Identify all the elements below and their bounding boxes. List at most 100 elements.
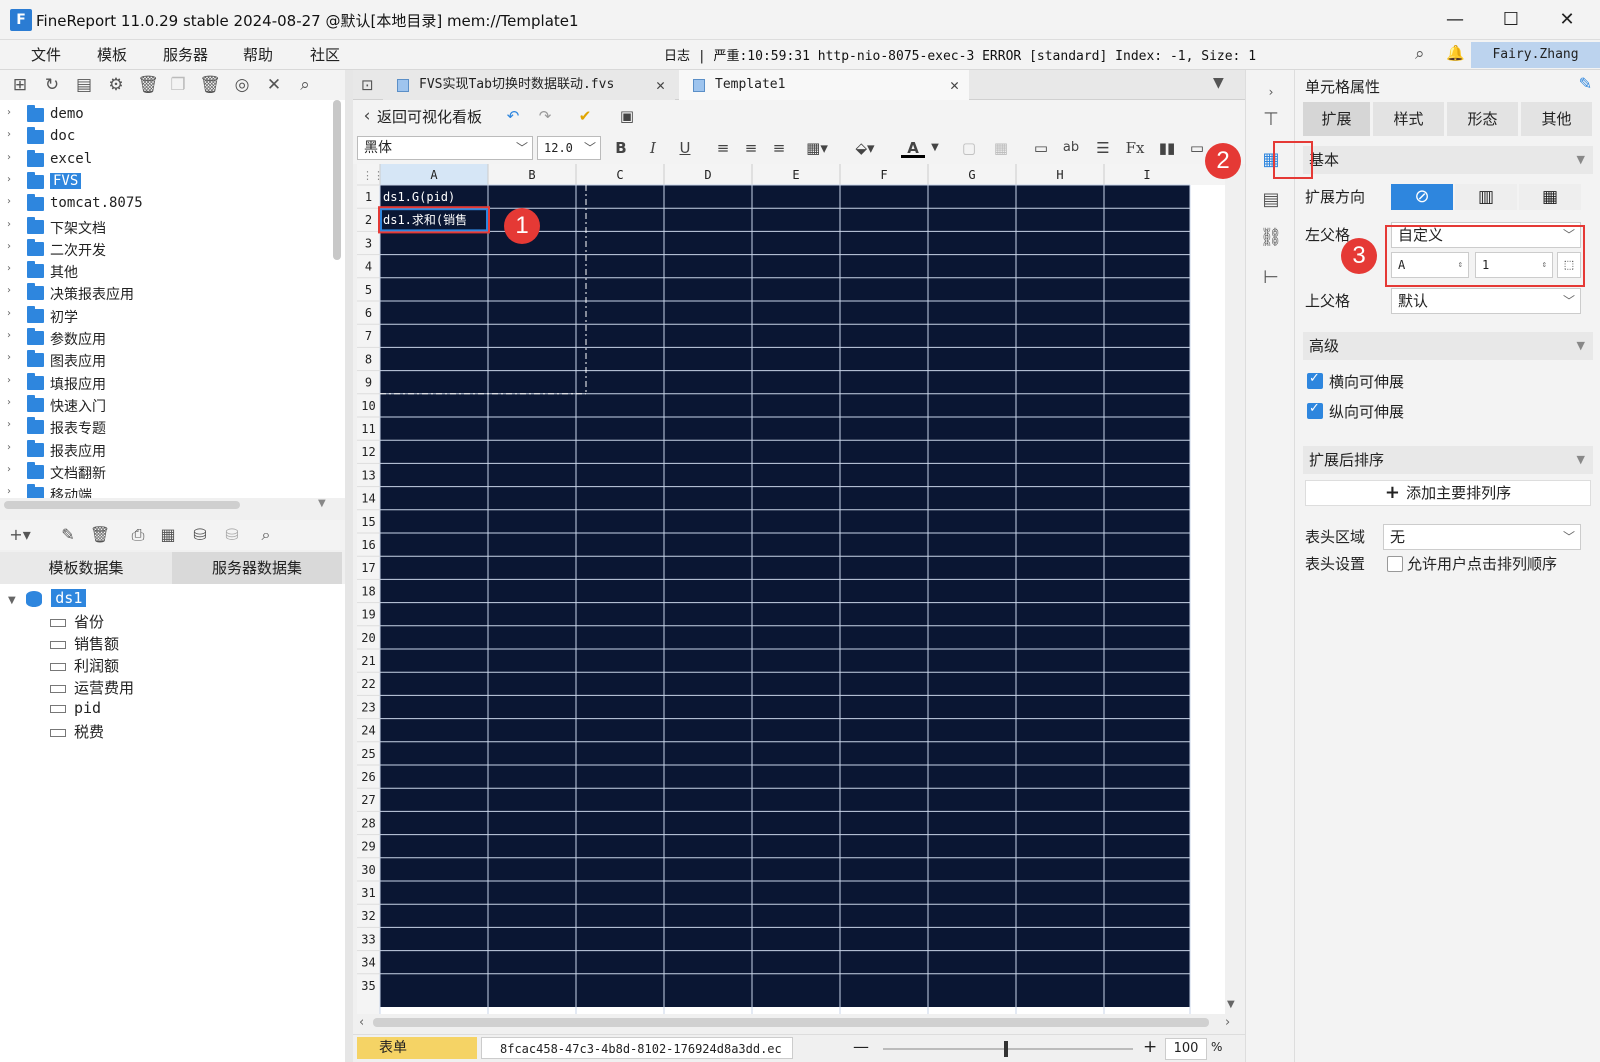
redo-icon[interactable]: ↷ bbox=[533, 104, 557, 128]
expand-arrow-icon[interactable]: › bbox=[7, 375, 11, 386]
dataset-field[interactable]: 运营费用 bbox=[50, 677, 134, 699]
align-center-icon[interactable]: ≡ bbox=[739, 136, 763, 160]
menu-community[interactable]: 社区 bbox=[310, 44, 340, 65]
menu-file[interactable]: 文件 bbox=[31, 44, 61, 65]
expand-arrow-icon[interactable]: › bbox=[7, 285, 11, 296]
spreadsheet-grid[interactable]: ⋮⋮⋮ A B C D E F G H I 1 2 3 4 5 6 7 8 9 10 11 12 13 14 15 16 17 18 1… bbox=[357, 164, 1225, 1014]
tree-item[interactable]: › 报表专题 bbox=[0, 416, 330, 438]
tree-item[interactable]: › 二次开发 bbox=[0, 238, 330, 260]
row-header[interactable]: 17 bbox=[361, 561, 375, 575]
row-header[interactable]: 30 bbox=[361, 863, 375, 877]
italic-icon[interactable]: I bbox=[641, 136, 665, 160]
tree-item[interactable]: › FVS bbox=[0, 171, 330, 193]
search-icon[interactable]: ⌕ bbox=[293, 73, 317, 97]
expand-arrow-icon[interactable]: › bbox=[7, 352, 11, 363]
row-header[interactable]: 8 bbox=[365, 352, 372, 366]
add-sort-button[interactable]: + 添加主要排列序 bbox=[1305, 480, 1591, 506]
row-header[interactable]: 28 bbox=[361, 816, 375, 830]
expand-arrow-icon[interactable]: › bbox=[7, 129, 11, 140]
edit-icon[interactable]: ✎ bbox=[56, 524, 80, 546]
condition-icon[interactable]: ▤ bbox=[1259, 188, 1283, 212]
merge-icon[interactable]: ▢ bbox=[957, 136, 981, 160]
expand-arrow-icon[interactable]: › bbox=[7, 442, 11, 453]
row-header[interactable]: 23 bbox=[361, 700, 375, 714]
settings-icon[interactable]: ⚙ bbox=[104, 73, 128, 97]
column-header[interactable]: I bbox=[1143, 168, 1150, 182]
row-header[interactable]: 12 bbox=[361, 445, 375, 459]
close-tab-icon[interactable]: ✕ bbox=[950, 70, 959, 100]
new-folder-icon[interactable]: ⊞ bbox=[8, 73, 32, 97]
row-header[interactable]: 9 bbox=[365, 376, 372, 390]
expand-arrow-icon[interactable]: › bbox=[7, 263, 11, 274]
copy-icon[interactable]: ❐ bbox=[166, 73, 190, 97]
sheet-hscrollbar[interactable]: ‹ › bbox=[357, 1014, 1239, 1032]
zoom-slider[interactable] bbox=[883, 1048, 1133, 1050]
dataset-field[interactable]: 税费 bbox=[50, 721, 104, 743]
richtext-icon[interactable]: ☰ bbox=[1091, 136, 1115, 160]
tree-item[interactable]: › tomcat.8075 bbox=[0, 193, 330, 215]
expand-arrow-icon[interactable]: › bbox=[7, 241, 11, 252]
insert-icon[interactable]: ▣ bbox=[615, 104, 639, 128]
expand-arrow-icon[interactable]: › bbox=[7, 152, 11, 163]
align-left-icon[interactable]: ≡ bbox=[711, 136, 735, 160]
tab-menu-icon[interactable]: ▼ bbox=[1213, 75, 1224, 91]
section-sort[interactable]: 扩展后排序 ▼ bbox=[1303, 446, 1593, 474]
close-button[interactable]: ✕ bbox=[1544, 6, 1590, 34]
minimize-button[interactable]: — bbox=[1432, 6, 1478, 34]
locate-icon[interactable]: ▤ bbox=[72, 73, 96, 97]
db-edit-icon[interactable]: ⛁ bbox=[220, 524, 244, 546]
row-header[interactable]: 6 bbox=[365, 306, 372, 320]
column-header[interactable]: G bbox=[968, 168, 975, 182]
panel-splitter[interactable] bbox=[345, 70, 353, 1062]
row-header[interactable]: 16 bbox=[361, 538, 375, 552]
column-header[interactable]: F bbox=[880, 168, 887, 182]
row-header[interactable]: 25 bbox=[361, 747, 375, 761]
row-header[interactable]: 2 bbox=[365, 213, 372, 227]
align-right-icon[interactable]: ≡ bbox=[767, 136, 791, 160]
sheet-tab-form[interactable]: 表单 bbox=[357, 1037, 477, 1059]
tree-item[interactable]: › 报表应用 bbox=[0, 439, 330, 461]
row-header[interactable]: 33 bbox=[361, 932, 375, 946]
user-account[interactable]: Fairy.Zhang bbox=[1471, 42, 1600, 68]
maximize-button[interactable]: ☐ bbox=[1488, 6, 1534, 34]
add-dataset-icon[interactable]: +▾ bbox=[8, 524, 32, 546]
collapse-panel-icon[interactable]: › bbox=[1259, 80, 1283, 104]
tree-scrollbar[interactable] bbox=[333, 100, 341, 260]
font-size-select[interactable]: 12.0 ﹀ bbox=[537, 136, 601, 160]
sheet-body[interactable] bbox=[380, 185, 1190, 1007]
column-header[interactable]: A bbox=[430, 168, 438, 182]
delete-icon[interactable]: 🗑 bbox=[88, 524, 112, 546]
tab-style[interactable]: 样式 bbox=[1373, 102, 1445, 136]
back-arrow-icon[interactable]: ‹ bbox=[355, 104, 379, 128]
row-header[interactable]: 20 bbox=[361, 631, 375, 645]
column-header[interactable]: D bbox=[704, 168, 711, 182]
row-header[interactable]: 35 bbox=[361, 979, 375, 993]
zoom-in-icon[interactable]: + bbox=[1143, 1037, 1157, 1057]
search-icon[interactable]: ⌕ bbox=[254, 524, 278, 546]
expand-arrow-icon[interactable]: › bbox=[7, 219, 11, 230]
tree-item[interactable]: › 其他 bbox=[0, 260, 330, 282]
row-header[interactable]: 34 bbox=[361, 956, 375, 970]
underline-icon[interactable]: U bbox=[673, 136, 697, 160]
row-header[interactable]: 4 bbox=[365, 260, 372, 274]
preview-icon[interactable]: ⎙ bbox=[126, 524, 150, 546]
h-expand-checkbox[interactable] bbox=[1307, 371, 1323, 389]
back-to-dashboard[interactable]: 返回可视化看板 bbox=[377, 106, 482, 127]
tree-item[interactable]: › 图表应用 bbox=[0, 349, 330, 371]
menu-template[interactable]: 模板 bbox=[97, 44, 127, 65]
search-icon[interactable]: ⌕ bbox=[1415, 44, 1425, 64]
expand-arrow-icon[interactable]: › bbox=[7, 196, 11, 207]
v-expand-checkbox[interactable] bbox=[1307, 401, 1323, 419]
tree-item[interactable]: › 填报应用 bbox=[0, 372, 330, 394]
cell-a1[interactable]: ds1.G(pid) bbox=[383, 190, 455, 204]
tree-item[interactable]: › 下架文档 bbox=[0, 216, 330, 238]
section-advanced[interactable]: 高级 ▼ bbox=[1303, 332, 1593, 360]
formula-icon[interactable]: Fx bbox=[1123, 136, 1147, 160]
dataset-field[interactable]: 销售额 bbox=[50, 633, 119, 655]
row-header[interactable]: 31 bbox=[361, 886, 375, 900]
expand-arrow-icon[interactable]: › bbox=[7, 174, 11, 185]
sheet-tab-file[interactable]: 8fcac458-47c3-4b8d-8102-176924d8a3dd.ec bbox=[481, 1037, 793, 1059]
log-status[interactable]: 日志 | 严重:10:59:31 http-nio-8075-exec-3 ER… bbox=[664, 45, 1256, 64]
bell-icon[interactable]: 🔔 bbox=[1446, 44, 1465, 62]
sheet-vscrollbar[interactable]: ▼ bbox=[1225, 164, 1239, 1014]
